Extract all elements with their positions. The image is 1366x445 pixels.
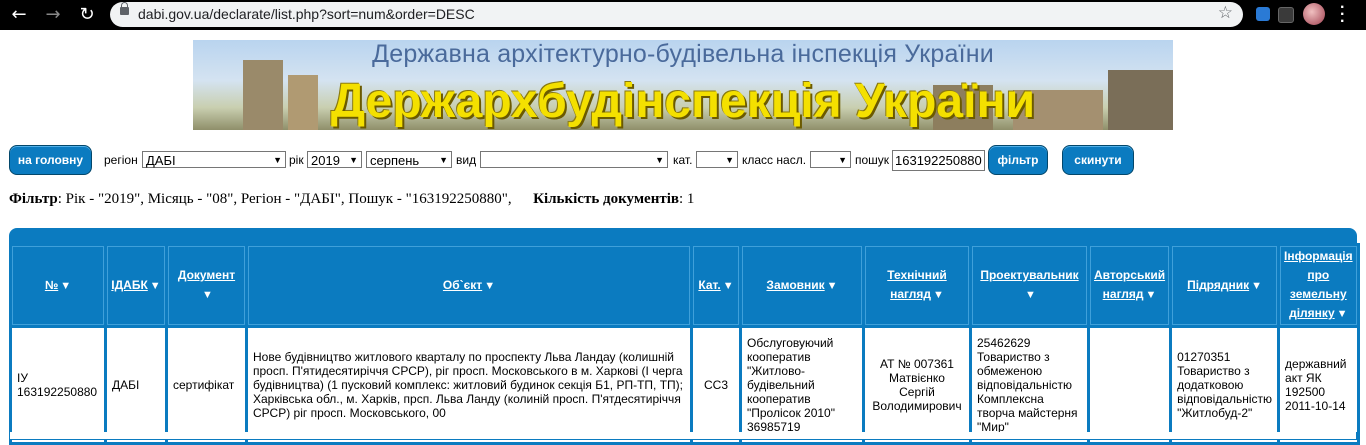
region-select[interactable]: ДАБІ ▼ [142,151,286,168]
class-label: класс насл. [742,153,807,167]
sort-desc-icon[interactable]: ▼ [1146,286,1157,305]
cell-category: СС3 [693,328,739,442]
document-count-label: Кількість документів [533,191,679,207]
filter-summary: Фільтр: Рік - "2019", Місяць - "08", Рег… [9,191,694,208]
cell-document: сертифікат [168,328,245,442]
chevron-down-icon: ▼ [838,155,847,165]
filter-summary-text: : Рік - "2019", Місяць - "08", Регіон - … [57,191,512,207]
chevron-down-icon: ▼ [439,155,448,165]
back-icon[interactable]: ← [8,4,30,26]
chevron-down-icon: ▼ [725,155,734,165]
column-header-contractor[interactable]: Підрядник ▼ [1172,246,1278,325]
cell-designer: 25462629 Товариство з обмеженою відповід… [972,328,1087,442]
banner-subtitle: Державна архітектурно-будівельна інспекц… [372,40,994,68]
column-header-customer[interactable]: Замовник ▼ [742,246,862,325]
search-input[interactable]: 163192250880 [892,150,985,171]
search-label: пошук [855,153,890,167]
cell-tech-supervision: АТ № 007361 Матвієнко Сергій Володимиров… [865,328,969,442]
month-value: серпень [370,153,420,168]
table-header-row: № ▼ ІДАБК ▼ Документ▼ Об`єкт ▼ Кат. ▼ Замовн… [12,246,1357,325]
banner-title: Держархбудінспекція України [330,75,1036,128]
type-label: вид [456,153,477,167]
class-select[interactable]: ▼ [810,151,851,168]
cell-customer: Обслуговуючий кооператив "Житлово-будіве… [742,328,862,442]
column-header-num[interactable]: № ▼ [12,246,104,325]
reload-icon[interactable]: ↻ [76,4,98,26]
results-table: № ▼ ІДАБК ▼ Документ▼ Об`єкт ▼ Кат. ▼ Замовн… [9,243,1360,445]
cell-object: Нове будівництво житлового кварталу по п… [248,328,690,442]
table-row: ІУ 163192250880 ДАБІ сертифікат Нове буд… [12,328,1357,442]
extension-icon[interactable] [1256,7,1270,21]
cell-idabk: ДАБІ [107,328,165,442]
region-label: регіон [104,153,138,167]
sort-desc-icon[interactable]: ▼ [723,277,734,296]
browser-toolbar: ← → ↻ dabi.gov.ua/declarate/list.php?sor… [0,0,1366,30]
type-select[interactable]: ▼ [480,151,668,168]
sort-desc-icon[interactable]: ▼ [827,277,838,296]
column-header-land-info[interactable]: Інформація про земельну ділянку ▼ [1280,246,1357,325]
browser-menu-icon[interactable]: · · · [1340,0,1345,30]
sort-desc-icon[interactable]: ▼ [1251,277,1262,296]
column-header-document[interactable]: Документ▼ [168,246,245,325]
reset-button[interactable]: скинути [1062,145,1134,175]
region-value: ДАБІ [146,153,176,168]
category-select[interactable]: ▼ [696,151,738,168]
extension-icon[interactable] [1278,7,1294,23]
filter-button[interactable]: фільтр [988,145,1048,175]
column-header-tech-supervision[interactable]: Технічний нагляд ▼ [865,246,969,325]
site-banner: Державна архітектурно-будівельна інспекц… [193,40,1173,130]
table-bottom-edge [9,432,1357,440]
category-label: кат. [673,153,693,167]
year-value: 2019 [311,153,340,168]
month-select[interactable]: серпень ▼ [366,151,452,168]
chevron-down-icon: ▼ [349,155,358,165]
address-url[interactable]: dabi.gov.ua/declarate/list.php?sort=num&… [138,6,475,22]
chevron-down-icon: ▼ [273,155,282,165]
forward-icon[interactable]: → [42,4,64,26]
sort-desc-icon[interactable]: ▼ [1025,286,1036,305]
cell-contractor: 01270351 Товариство з додатковою відпові… [1172,328,1278,442]
sort-desc-icon[interactable]: ▼ [60,277,71,296]
column-header-idabk[interactable]: ІДАБК ▼ [107,246,165,325]
home-button[interactable]: на головну [9,145,92,175]
filter-summary-label: Фільтр [9,191,58,207]
column-header-designer[interactable]: Проектувальник▼ [972,246,1087,325]
column-header-object[interactable]: Об`єкт ▼ [248,246,690,325]
sort-desc-icon[interactable]: ▼ [1337,305,1348,324]
column-header-author-supervision[interactable]: Авторський нагляд ▼ [1090,246,1170,325]
cell-author-supervision [1090,328,1170,442]
cell-land-info: державний акт ЯК 192500 2011-10-14 [1280,328,1357,442]
sort-desc-icon[interactable]: ▼ [484,277,495,296]
sort-desc-icon[interactable]: ▼ [150,277,161,296]
address-bar[interactable]: dabi.gov.ua/declarate/list.php?sort=num&… [110,2,1243,27]
document-count-text: : 1 [678,191,695,207]
sort-desc-icon[interactable]: ▼ [933,286,944,305]
year-label: рік [289,153,304,167]
sort-desc-icon[interactable]: ▼ [202,286,213,305]
profile-avatar[interactable] [1303,3,1325,25]
column-header-category[interactable]: Кат. ▼ [693,246,739,325]
year-select[interactable]: 2019 ▼ [307,151,362,168]
cell-num: ІУ 163192250880 [12,328,104,442]
bookmark-star-icon[interactable]: ☆ [1218,3,1233,23]
lock-icon [120,2,129,15]
chevron-down-icon: ▼ [655,155,664,165]
